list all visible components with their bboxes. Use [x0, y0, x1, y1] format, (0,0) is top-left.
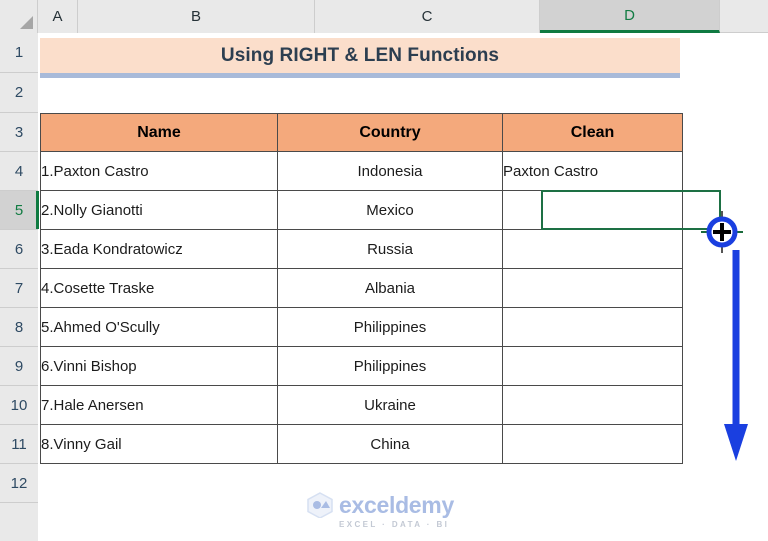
table-row: 1.Paxton Castro Indonesia Paxton Castro [41, 152, 683, 191]
table-row: 4.Cosette Traske Albania [41, 269, 683, 308]
cell-country-1[interactable]: Indonesia [278, 152, 503, 191]
row-header-2[interactable]: 2 [0, 73, 38, 113]
row-header-5[interactable]: 5 [0, 191, 38, 230]
column-header-b[interactable]: B [78, 0, 315, 33]
sheet-title-banner: Using RIGHT & LEN Functions [40, 38, 680, 78]
cell-name-4[interactable]: 4.Cosette Traske [41, 269, 278, 308]
row-header-column: 1 2 3 4 5 6 7 8 9 10 11 12 [0, 33, 38, 541]
cell-clean-7[interactable] [503, 386, 683, 425]
cell-country-7[interactable]: Ukraine [278, 386, 503, 425]
cell-clean-3[interactable] [503, 230, 683, 269]
cell-country-4[interactable]: Albania [278, 269, 503, 308]
table-row: 2.Nolly Gianotti Mexico [41, 191, 683, 230]
cell-country-5[interactable]: Philippines [278, 308, 503, 347]
cell-name-6[interactable]: 6.Vinni Bishop [41, 347, 278, 386]
row-header-9[interactable]: 9 [0, 347, 38, 386]
cell-name-8[interactable]: 8.Vinny Gail [41, 425, 278, 464]
cell-name-7[interactable]: 7.Hale Anersen [41, 386, 278, 425]
select-all-triangle-icon [20, 16, 33, 29]
cell-name-2[interactable]: 2.Nolly Gianotti [41, 191, 278, 230]
table-row: 6.Vinni Bishop Philippines [41, 347, 683, 386]
row-header-6[interactable]: 6 [0, 230, 38, 269]
cell-name-1[interactable]: 1.Paxton Castro [41, 152, 278, 191]
data-table: Name Country Clean 1.Paxton Castro Indon… [40, 113, 683, 464]
row-header-7[interactable]: 7 [0, 269, 38, 308]
cell-clean-4[interactable] [503, 269, 683, 308]
table-row: 7.Hale Anersen Ukraine [41, 386, 683, 425]
row-header-12[interactable]: 12 [0, 464, 38, 503]
column-header-country[interactable]: Country [278, 114, 503, 152]
cell-name-3[interactable]: 3.Eada Kondratowicz [41, 230, 278, 269]
cell-country-8[interactable]: China [278, 425, 503, 464]
cell-country-2[interactable]: Mexico [278, 191, 503, 230]
row-header-10[interactable]: 10 [0, 386, 38, 425]
row-header-13[interactable] [0, 503, 38, 541]
table-row: 8.Vinny Gail China [41, 425, 683, 464]
table-header-row: Name Country Clean [41, 114, 683, 152]
column-header-d[interactable]: D [540, 0, 720, 33]
row-header-4[interactable]: 4 [0, 152, 38, 191]
page-title: Using RIGHT & LEN Functions [221, 45, 499, 67]
row-header-3[interactable]: 3 [0, 113, 38, 152]
table-row: 3.Eada Kondratowicz Russia [41, 230, 683, 269]
cell-country-6[interactable]: Philippines [278, 347, 503, 386]
column-header-bar: A B C D [0, 0, 768, 33]
spreadsheet-app: A B C D 1 2 3 4 5 6 7 8 9 10 11 12 Using… [0, 0, 768, 541]
column-header-a[interactable]: A [38, 0, 78, 33]
row-header-1[interactable]: 1 [0, 33, 38, 73]
cell-clean-6[interactable] [503, 347, 683, 386]
cell-clean-2[interactable] [503, 191, 683, 230]
cell-clean-1[interactable]: Paxton Castro [503, 152, 683, 191]
column-header-clean[interactable]: Clean [503, 114, 683, 152]
column-header-name[interactable]: Name [41, 114, 278, 152]
row-header-8[interactable]: 8 [0, 308, 38, 347]
cell-country-3[interactable]: Russia [278, 230, 503, 269]
cell-name-5[interactable]: 5.Ahmed O'Scully [41, 308, 278, 347]
select-all-corner[interactable] [0, 0, 38, 33]
cell-clean-8[interactable] [503, 425, 683, 464]
table-row: 5.Ahmed O'Scully Philippines [41, 308, 683, 347]
cell-clean-5[interactable] [503, 308, 683, 347]
column-header-c[interactable]: C [315, 0, 540, 33]
row-header-11[interactable]: 11 [0, 425, 38, 464]
